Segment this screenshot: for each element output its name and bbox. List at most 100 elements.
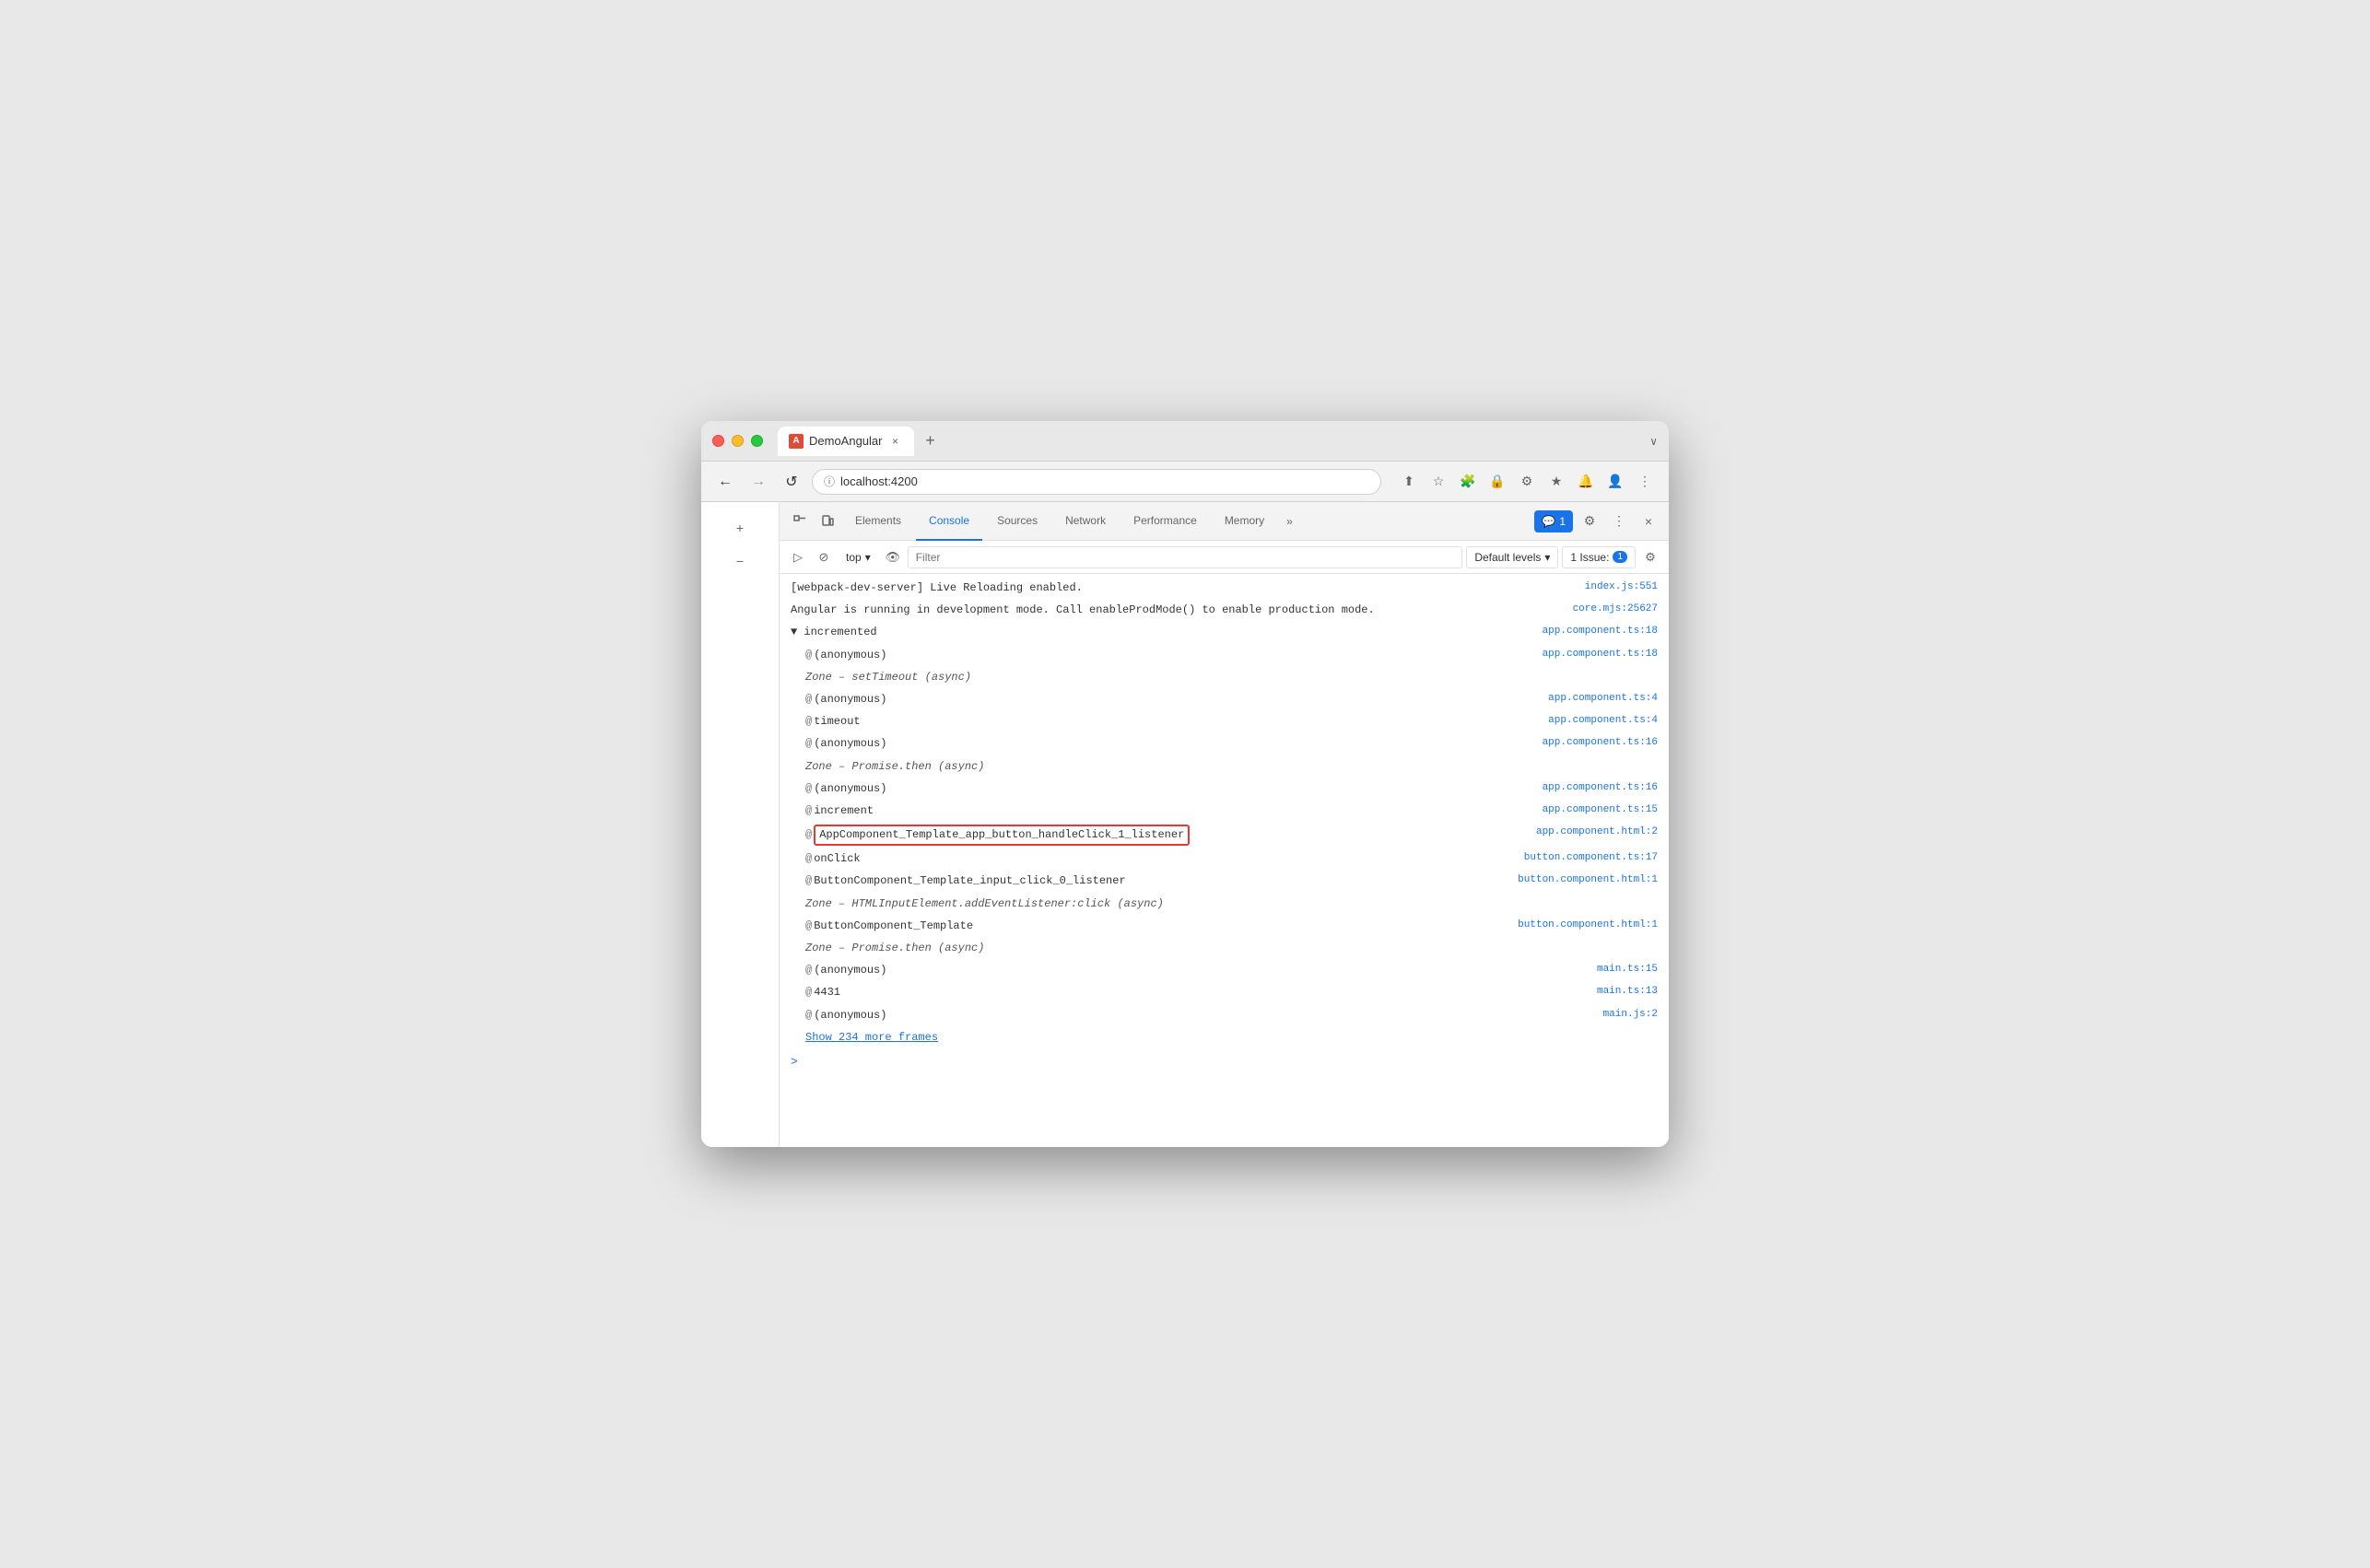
- notification-button[interactable]: 🔔: [1573, 469, 1599, 495]
- tab-memory[interactable]: Memory: [1212, 502, 1277, 541]
- context-selector[interactable]: top ▾: [839, 546, 878, 568]
- cast-button[interactable]: ⚙: [1514, 469, 1540, 495]
- highlighted-console-line: @AppComponent_Template_app_button_handle…: [780, 823, 1669, 848]
- log-source-link[interactable]: core.mjs:25627: [1573, 602, 1658, 618]
- show-more-frames-line: Show 234 more frames: [780, 1027, 1669, 1049]
- address-text: localhost:4200: [840, 474, 918, 488]
- browser-tab[interactable]: A DemoAngular ×: [778, 427, 914, 456]
- levels-dropdown-icon: ▾: [1544, 551, 1550, 564]
- inspect-element-button[interactable]: [787, 509, 813, 534]
- traffic-lights: [712, 435, 763, 447]
- highlighted-text: AppComponent_Template_app_button_handleC…: [814, 825, 1190, 846]
- eye-button[interactable]: 👁: [882, 546, 904, 568]
- close-traffic-light[interactable]: [712, 435, 724, 447]
- default-levels-button[interactable]: Default levels ▾: [1466, 546, 1558, 568]
- profile2-button[interactable]: 👤: [1602, 469, 1628, 495]
- log-source-link[interactable]: app.component.ts:16: [1543, 780, 1658, 797]
- forward-button[interactable]: →: [745, 469, 771, 495]
- log-source-link[interactable]: button.component.ts:17: [1524, 850, 1658, 867]
- badge-count: 1: [1559, 515, 1566, 528]
- chat-icon: 💬: [1542, 515, 1555, 528]
- at-symbol: @: [805, 826, 812, 844]
- log-source-link[interactable]: button.component.html:1: [1518, 918, 1658, 934]
- sidebar-collapse-button[interactable]: −: [725, 546, 755, 576]
- log-text: @(anonymous): [805, 780, 1535, 798]
- bookmark-button[interactable]: ☆: [1426, 469, 1451, 495]
- log-source-link[interactable]: app.component.ts:4: [1548, 691, 1658, 708]
- nav-bar: ← → ↺ ⓘ localhost:4200 ⬆ ☆ 🧩 🔒 ⚙ ★ 🔔 👤 ⋮: [701, 462, 1669, 502]
- log-source-link[interactable]: app.component.ts:18: [1543, 647, 1658, 663]
- tab-console[interactable]: Console: [916, 502, 982, 541]
- reload-button[interactable]: ↺: [779, 469, 804, 495]
- extensions-button[interactable]: 🧩: [1455, 469, 1481, 495]
- tab-network[interactable]: Network: [1052, 502, 1119, 541]
- extensions2-button[interactable]: ★: [1543, 469, 1569, 495]
- log-source-link[interactable]: app.component.ts:18: [1543, 624, 1658, 640]
- console-log-line: @(anonymous) app.component.ts:16: [780, 778, 1669, 801]
- console-settings-button[interactable]: ⚙: [1639, 546, 1661, 568]
- console-log-line: @4431 main.ts:13: [780, 982, 1669, 1004]
- log-text: @(anonymous): [805, 647, 1535, 664]
- console-log-line: @increment app.component.ts:15: [780, 801, 1669, 823]
- log-source-link[interactable]: app.component.ts:16: [1543, 735, 1658, 752]
- maximize-traffic-light[interactable]: [751, 435, 763, 447]
- log-source-link[interactable]: app.component.ts:4: [1548, 713, 1658, 730]
- sidebar: + −: [701, 502, 780, 1147]
- issue-button[interactable]: 1 Issue: 1: [1562, 546, 1636, 568]
- default-levels-label: Default levels: [1474, 551, 1541, 564]
- clear-console-button[interactable]: ▷: [787, 546, 809, 568]
- context-dropdown-icon: ▾: [865, 551, 871, 564]
- log-text: Angular is running in development mode. …: [791, 602, 1566, 619]
- share-button[interactable]: ⬆: [1396, 469, 1422, 495]
- title-bar: A DemoAngular × + ∨: [701, 421, 1669, 462]
- log-source-link[interactable]: main.js:2: [1603, 1007, 1658, 1024]
- show-more-frames-link[interactable]: Show 234 more frames: [805, 1029, 938, 1047]
- profile-button[interactable]: 🔒: [1484, 469, 1510, 495]
- log-source-link[interactable]: app.component.ts:15: [1543, 802, 1658, 819]
- minimize-traffic-light[interactable]: [732, 435, 744, 447]
- expand-tabs-button[interactable]: ∨: [1649, 435, 1658, 448]
- tab-favicon: A: [789, 434, 804, 449]
- log-text: @ButtonComponent_Template: [805, 918, 1510, 935]
- console-input[interactable]: [804, 1056, 1658, 1069]
- log-source-link[interactable]: button.component.html:1: [1518, 872, 1658, 889]
- address-security-icon: ⓘ: [824, 474, 835, 489]
- ban-button[interactable]: ⊘: [813, 546, 835, 568]
- console-log-line: @ButtonComponent_Template_input_click_0_…: [780, 871, 1669, 893]
- tab-bar: A DemoAngular × + ∨: [778, 427, 1658, 456]
- tab-performance[interactable]: Performance: [1120, 502, 1210, 541]
- address-bar[interactable]: ⓘ localhost:4200: [812, 469, 1381, 495]
- new-tab-button[interactable]: +: [918, 428, 944, 454]
- log-source-link[interactable]: main.ts:13: [1597, 984, 1658, 1000]
- sidebar-expand-button[interactable]: +: [725, 513, 755, 543]
- log-source-link[interactable]: index.js:551: [1585, 579, 1658, 596]
- log-text: @(anonymous): [805, 735, 1535, 753]
- console-log-line: Zone – Promise.then (async): [780, 938, 1669, 960]
- log-source-link[interactable]: app.component.html:2: [1536, 825, 1658, 841]
- devtools-more-button[interactable]: ⋮: [1606, 509, 1632, 534]
- console-log-line: Zone – Promise.then (async): [780, 756, 1669, 778]
- log-text: Zone – HTMLInputElement.addEventListener…: [805, 895, 1658, 913]
- device-toolbar-button[interactable]: [815, 509, 840, 534]
- menu-button[interactable]: ⋮: [1632, 469, 1658, 495]
- tab-elements[interactable]: Elements: [842, 502, 914, 541]
- context-label: top: [846, 551, 862, 564]
- console-log-line: Zone – setTimeout (async): [780, 667, 1669, 689]
- tab-close-button[interactable]: ×: [888, 434, 903, 449]
- log-source-link[interactable]: main.ts:15: [1597, 962, 1658, 978]
- devtools-close-button[interactable]: ×: [1636, 509, 1661, 534]
- back-button[interactable]: ←: [712, 469, 738, 495]
- log-text: @onClick: [805, 850, 1517, 868]
- log-text: Zone – Promise.then (async): [805, 940, 1658, 957]
- notifications-badge[interactable]: 💬 1: [1534, 510, 1573, 532]
- console-log-line: @ButtonComponent_Template button.compone…: [780, 916, 1669, 938]
- devtools-settings-button[interactable]: ⚙: [1577, 509, 1602, 534]
- console-log-line: @onClick button.component.ts:17: [780, 848, 1669, 871]
- log-text: @ButtonComponent_Template_input_click_0_…: [805, 872, 1510, 890]
- devtools-actions: 💬 1 ⚙ ⋮ ×: [1534, 509, 1661, 534]
- browser-window: A DemoAngular × + ∨ ← → ↺ ⓘ localhost:42…: [701, 421, 1669, 1147]
- more-tabs-button[interactable]: »: [1279, 515, 1300, 528]
- tab-sources[interactable]: Sources: [984, 502, 1050, 541]
- log-text: Zone – setTimeout (async): [805, 669, 1658, 686]
- filter-input[interactable]: [908, 546, 1463, 568]
